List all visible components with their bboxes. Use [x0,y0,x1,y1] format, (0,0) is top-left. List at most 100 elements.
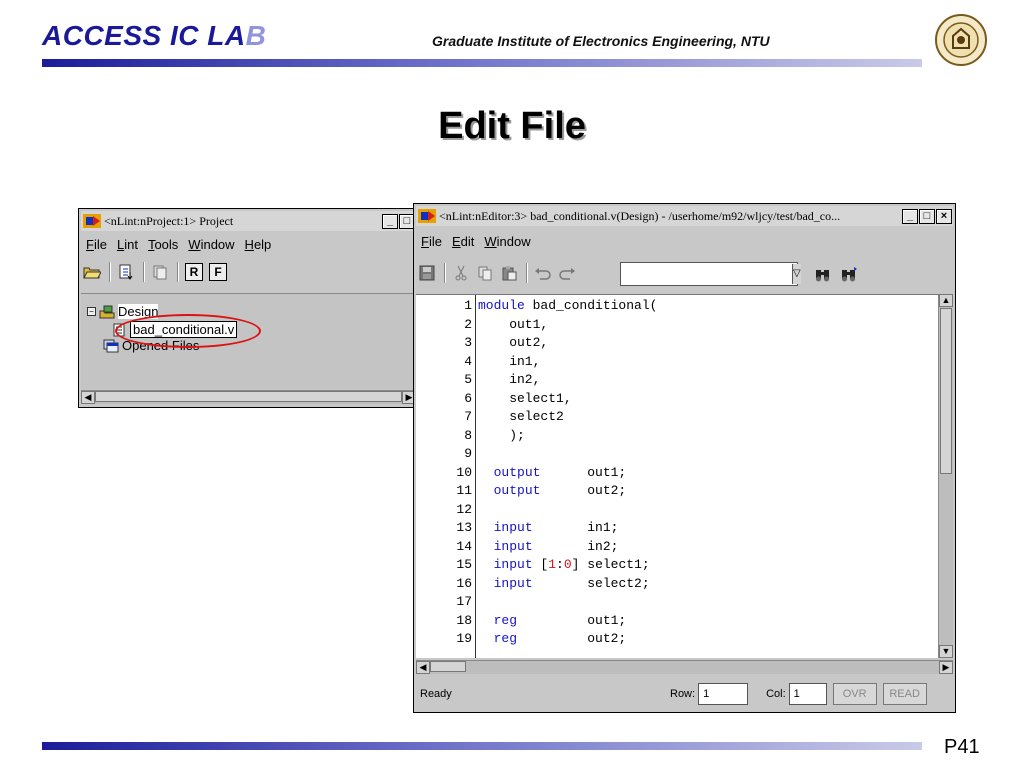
scroll-right-arrow-icon[interactable]: ▶ [939,661,953,674]
minimize-button[interactable]: _ [382,213,398,229]
code-line[interactable]: 8 ); [416,427,525,445]
code-line[interactable]: 9 [416,445,478,463]
scroll-left-arrow-icon[interactable]: ◀ [416,661,430,674]
find-next-button[interactable] [838,263,860,285]
toolbar-separator [177,262,179,282]
code-text: select2 [474,408,564,426]
f-button[interactable]: F [207,261,229,283]
code-token: in1, [478,353,541,369]
line-number: 8 [464,427,472,443]
nlint-app-icon [83,214,101,228]
scroll-thumb[interactable] [430,661,466,672]
code-line[interactable]: 14 input in2; [416,538,618,556]
code-line[interactable]: 11 output out2; [416,482,626,500]
minimize-button[interactable]: _ [902,208,918,224]
code-line[interactable]: 2 out1, [416,316,548,334]
row-value: 1 [698,683,749,705]
code-token: out2, [478,335,549,350]
menu-file[interactable]: File [86,237,107,252]
scroll-up-arrow-icon[interactable]: ▲ [939,294,953,307]
editor-titlebar[interactable]: <nLint:nEditor:3> bad_conditional.v(Desi… [416,206,953,226]
line-number: 18 [456,612,472,628]
open-button[interactable] [81,261,103,283]
maximize-button[interactable]: □ [919,208,935,224]
editor-vscrollbar[interactable]: ▲ ▼ [938,294,953,658]
chevron-down-icon[interactable]: ▽ [792,264,801,284]
import-button[interactable] [115,261,137,283]
code-line[interactable]: 17 [416,593,478,611]
line-number: 10 [456,464,472,480]
scroll-track[interactable] [95,391,402,404]
status-bar: Ready Row: 1 Col: 1 OVR READ [416,680,953,708]
ovr-indicator: OVR [832,683,877,705]
code-line[interactable]: 12 [416,501,478,519]
copy-button[interactable] [149,261,171,283]
project-window: <nLint:nProject:1> Project _ □ File Lint… [78,208,416,408]
collapse-icon[interactable]: − [87,307,96,316]
code-line[interactable]: 18 reg out1; [416,612,626,630]
undo-button[interactable] [532,262,554,284]
code-text: in2, [474,371,540,389]
code-keyword: output [493,464,541,480]
menu-edit[interactable]: Edit [452,234,474,249]
project-hscrollbar[interactable]: ◀ ▶ [81,390,416,404]
code-line[interactable]: 6 select1, [416,390,571,408]
project-titlebar[interactable]: <nLint:nProject:1> Project _ □ [81,211,416,231]
menu-file[interactable]: File [421,234,442,249]
code-keyword: output [493,483,541,498]
code-line[interactable]: 5 in2, [416,371,540,389]
scroll-down-arrow-icon[interactable]: ▼ [939,645,953,658]
code-line[interactable]: 1 module bad_conditional( [416,297,657,315]
code-token: [ [532,557,549,572]
find-button[interactable] [812,263,834,285]
line-number: 15 [456,557,472,572]
menu-window[interactable]: Window [484,234,530,249]
scroll-thumb[interactable] [940,308,952,474]
search-combo[interactable]: ▽ [620,262,801,286]
code-token: in1; [532,520,619,535]
scroll-thumb[interactable] [95,391,402,402]
logo-text-main: ACCESS IC LA [42,20,246,51]
menu-lint[interactable]: Lint [117,237,138,252]
cut-button[interactable] [450,262,472,284]
code-token: out1; [540,464,627,480]
code-line[interactable]: 15 input [1:0] select1; [416,556,649,574]
code-text: out1, [474,316,548,334]
line-number: 14 [456,538,472,554]
copy-button[interactable] [474,262,496,284]
code-line[interactable]: 3 out2, [416,334,548,352]
save-button[interactable] [416,262,438,284]
slide-title: Edit File [438,105,586,147]
save-icon [419,265,435,281]
line-number: 2 [464,316,472,332]
menu-help[interactable]: Help [245,237,272,252]
code-token: out2; [517,631,627,646]
editor-window: <nLint:nEditor:3> bad_conditional.v(Desi… [413,203,956,713]
code-token: : [556,557,564,572]
code-line[interactable]: 13 input in1; [416,519,618,537]
scroll-left-arrow-icon[interactable]: ◀ [81,391,95,404]
code-text: input select2; [474,575,650,593]
code-token: select2 [478,409,564,424]
code-token: in2, [478,372,541,387]
scroll-track[interactable] [430,661,939,674]
code-editor[interactable]: 1 module bad_conditional(2 out1, 3 out2, 4 … [416,294,938,658]
close-button[interactable]: × [936,208,952,224]
cut-icon [455,265,467,281]
menu-window[interactable]: Window [188,237,234,252]
code-line[interactable]: 7 select2 [416,408,564,426]
code-line[interactable]: 4 in1, [416,353,540,371]
editor-hscrollbar[interactable]: ◀ ▶ [416,660,953,674]
code-line[interactable]: 19 reg out2; [416,630,626,648]
menu-tools[interactable]: Tools [148,237,178,252]
search-input[interactable] [621,263,792,285]
code-line[interactable]: 10 output out1; [416,464,626,482]
r-button[interactable]: R [183,261,205,283]
redo-button[interactable] [556,262,578,284]
paste-button[interactable] [498,262,520,284]
code-line[interactable]: 16 input select2; [416,575,650,593]
